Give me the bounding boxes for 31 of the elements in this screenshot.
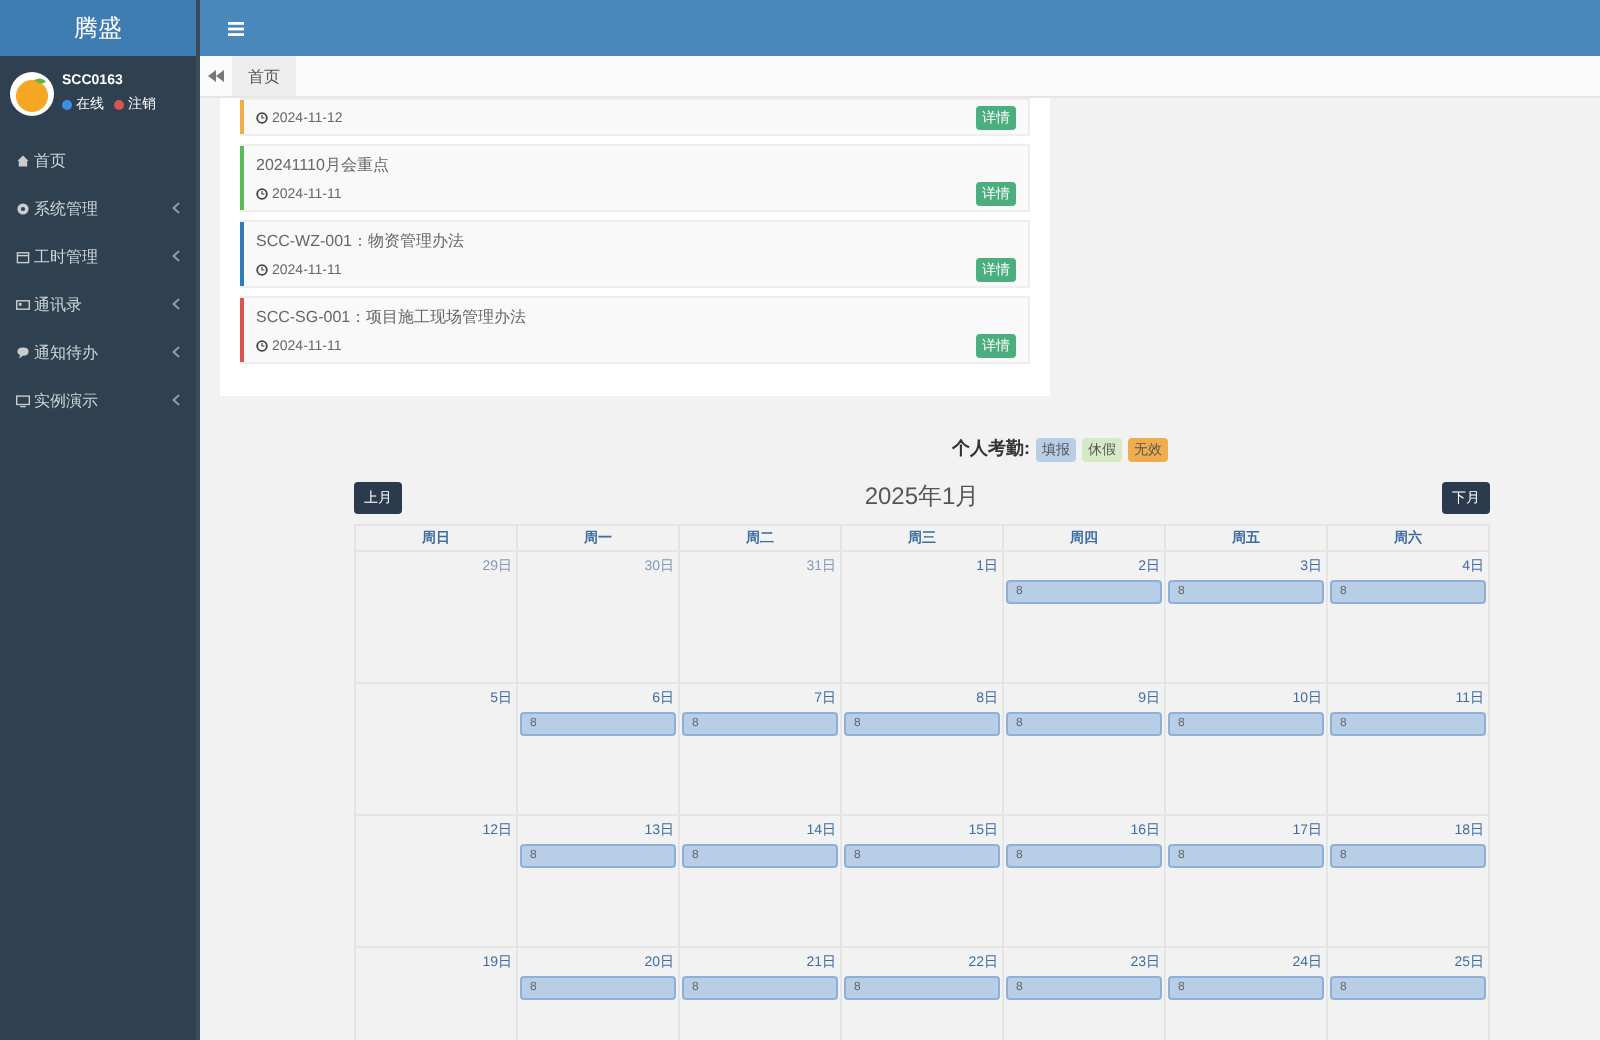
sidebar-item[interactable]: 通知待办 bbox=[0, 328, 196, 376]
calendar-icon bbox=[16, 249, 30, 263]
card-icon bbox=[16, 297, 30, 311]
chevron-icon bbox=[172, 394, 180, 406]
notice-title[interactable]: SCC-WZ-001：物资管理办法 bbox=[256, 228, 1016, 252]
notice-title[interactable]: SCC-SG-001：项目施工现场管理办法 bbox=[256, 304, 1016, 328]
online-dot-icon bbox=[62, 99, 72, 109]
brand-title: 腾盛 bbox=[0, 0, 196, 56]
chat-icon bbox=[16, 345, 30, 359]
chevron-icon bbox=[172, 202, 180, 214]
chevron-icon bbox=[172, 298, 180, 310]
clock-icon bbox=[256, 112, 268, 124]
logout-dot-icon bbox=[114, 99, 124, 109]
fruit-avatar-icon bbox=[10, 72, 54, 116]
chevron-icon bbox=[172, 250, 180, 262]
home-icon bbox=[16, 153, 30, 167]
sidebar-item[interactable]: 工时管理 bbox=[0, 232, 196, 280]
chevron-icon bbox=[172, 346, 180, 358]
sidebar-item[interactable]: 通讯录 bbox=[0, 280, 196, 328]
attendance-label: 个人考勤: bbox=[952, 436, 1030, 462]
gear-icon bbox=[16, 201, 30, 215]
sidebar-item[interactable]: 系统管理 bbox=[0, 184, 196, 232]
month-title: 2025年1月 bbox=[864, 480, 980, 514]
clock-icon bbox=[256, 264, 268, 276]
clock-icon bbox=[256, 340, 268, 352]
sidebar-item[interactable]: 实例演示 bbox=[0, 376, 196, 424]
sidebar-item[interactable]: 首页 bbox=[0, 136, 196, 184]
monitor-icon bbox=[16, 393, 30, 407]
page-tab[interactable]: 首页 bbox=[232, 56, 296, 96]
notice-title[interactable]: 20241110月会重点 bbox=[256, 152, 1016, 176]
clock-icon bbox=[256, 188, 268, 200]
